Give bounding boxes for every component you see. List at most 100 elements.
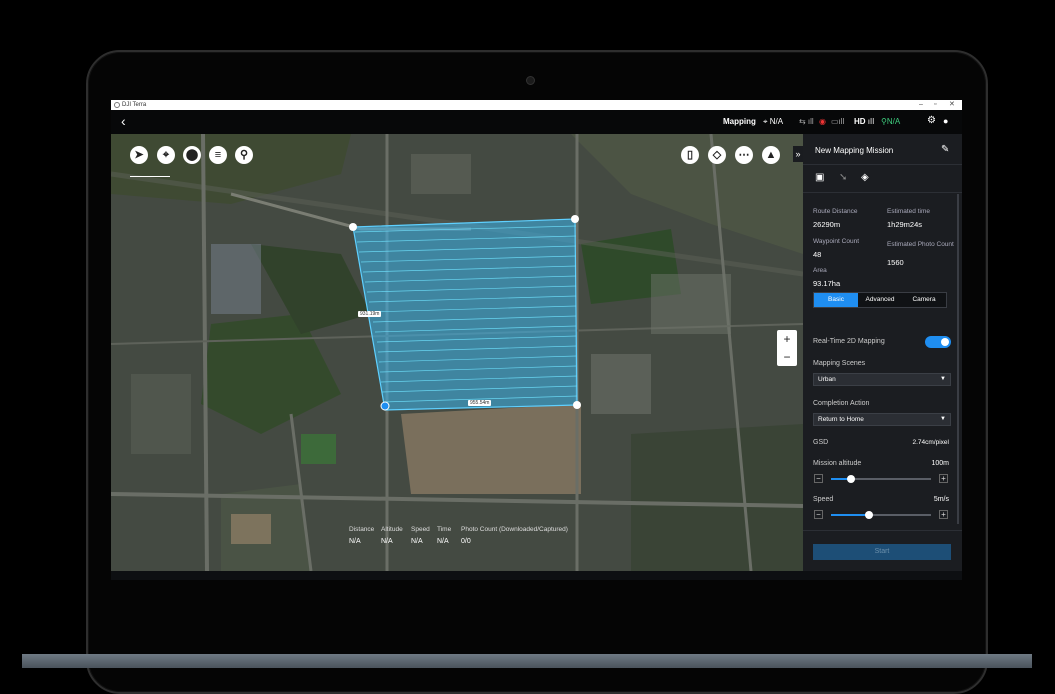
close-button[interactable]: ✕ [949, 100, 955, 110]
stat-label: Time [437, 526, 452, 533]
app-icon [114, 102, 120, 108]
mission-altitude-label: Mission altitude [813, 460, 862, 467]
altitude-slider[interactable] [831, 475, 931, 483]
top-status-bar: ‹ Mapping ⌖ N/A ⇆ ıll ◉ ▭ıll HD ıll ⚲N/A… [111, 110, 962, 134]
locate-icon[interactable]: ⌖ [157, 146, 175, 164]
signal-status: ⚲N/A [881, 117, 900, 126]
mission-altitude-value: 100m [931, 460, 949, 467]
stat-label: Photo Count (Downloaded/Captured) [461, 526, 568, 533]
altitude-decrease-button[interactable]: − [814, 474, 823, 483]
stat-value: N/A [411, 538, 423, 545]
settings-tabs: Basic Advanced Camera [813, 292, 947, 308]
altitude-increase-button[interactable]: + [939, 474, 948, 483]
speed-slider-fill [831, 514, 869, 516]
divider [803, 192, 962, 193]
satellite-map[interactable]: ➤ ⌖ ⬤ ≡ ⚲ ▯ ◇ ⋯ ▲ » + − 931.19m 955.54m … [111, 134, 803, 571]
mode-label: Mapping [723, 117, 756, 126]
edge-length-bottom: 955.54m [468, 400, 492, 406]
satellite-icon: ⌖ [763, 117, 768, 126]
mapping-scenes-label: Mapping Scenes [813, 360, 866, 367]
stat-label: Distance [349, 526, 375, 533]
speed-decrease-button[interactable]: − [814, 510, 823, 519]
active-tool-indicator [130, 176, 170, 177]
mapping-scenes-select[interactable]: Urban ▼ [813, 373, 951, 386]
maximize-button[interactable]: ▫ [934, 100, 936, 110]
stat-value: N/A [437, 538, 449, 545]
start-button[interactable]: Start [813, 544, 951, 560]
corner-handle[interactable] [573, 401, 581, 409]
map-imagery [111, 134, 803, 571]
completion-action-select[interactable]: Return to Home ▼ [813, 413, 951, 426]
eraser-icon[interactable]: ◇ [708, 146, 726, 164]
photo-count-value: 1560 [887, 258, 904, 267]
realtime-mapping-label: Real-Time 2D Mapping [813, 338, 885, 345]
stat-value: N/A [381, 538, 393, 545]
delete-icon[interactable]: ▯ [681, 146, 699, 164]
speed-increase-button[interactable]: + [939, 510, 948, 519]
speed-slider-thumb[interactable] [865, 511, 873, 519]
search-icon[interactable]: ⚲ [235, 146, 253, 164]
stat-value: 0/0 [461, 538, 471, 545]
hd-label: HD [854, 117, 866, 126]
hd-link: HD ıll [854, 117, 875, 126]
list-icon[interactable]: ≡ [209, 146, 227, 164]
panel-title: New Mapping Mission [815, 146, 894, 155]
layers-icon[interactable]: ◈ [861, 172, 869, 183]
gps-status: ⌖ N/A [763, 117, 783, 127]
aircraft-icon[interactable]: ▲ [762, 146, 780, 164]
chevron-down-icon: ▼ [940, 416, 946, 422]
pin-icon[interactable]: ⬤ [183, 146, 201, 164]
completion-action-label: Completion Action [813, 400, 870, 407]
realtime-mapping-toggle[interactable] [925, 336, 951, 348]
chevron-down-icon: ▼ [940, 376, 946, 382]
waypoint-count-label: Waypoint Count [813, 238, 860, 245]
import-icon[interactable]: ➘ [839, 172, 847, 183]
stat-value: N/A [349, 538, 361, 545]
compass-icon[interactable]: ➤ [130, 146, 148, 164]
chevron-left-icon[interactable]: ‹ [121, 113, 126, 129]
zoom-out-button[interactable]: − [777, 348, 797, 366]
corner-handle[interactable] [349, 223, 357, 231]
completion-action-value: Return to Home [818, 416, 864, 423]
minimize-button[interactable]: – [919, 100, 923, 110]
zoom-in-button[interactable]: + [777, 330, 797, 348]
tab-basic[interactable]: Basic [814, 293, 858, 307]
altitude-slider-thumb[interactable] [847, 475, 855, 483]
mapping-scenes-value: Urban [818, 376, 836, 383]
gsd-label: GSD [813, 439, 829, 446]
save-icon[interactable]: ▣ [815, 172, 824, 183]
edge-length-left: 931.19m [358, 311, 382, 317]
stat-label: Altitude [381, 526, 403, 533]
battery-warning-icon: ◉ [819, 117, 826, 126]
window-titlebar: DJI Terra – ▫ ✕ [111, 100, 962, 110]
start-point-handle[interactable] [380, 401, 390, 411]
collapse-panel-button[interactable]: » [793, 146, 803, 162]
divider [803, 164, 962, 165]
area-label: Area [813, 267, 827, 274]
tab-camera[interactable]: Camera [902, 293, 946, 307]
rc-battery-icon: ▭ıll [831, 117, 845, 126]
photo-count-label: Estimated Photo Count [887, 241, 954, 248]
panel-scrollbar[interactable] [957, 194, 959, 524]
gear-icon[interactable]: ⚙ [927, 115, 936, 126]
webcam [526, 76, 535, 85]
tab-advanced[interactable]: Advanced [858, 293, 902, 307]
app-screen: DJI Terra – ▫ ✕ ‹ Mapping ⌖ N/A ⇆ ıll ◉ … [111, 100, 962, 580]
route-distance-value: 26290m [813, 220, 841, 229]
divider [803, 530, 962, 531]
window-title: DJI Terra [122, 102, 147, 108]
area-value: 93.17ha [813, 279, 841, 288]
corner-handle[interactable] [571, 215, 579, 223]
waypoint-icon[interactable]: ⋯ [735, 146, 753, 164]
mission-panel: New Mapping Mission ✎ ▣ ➘ ◈ Route Distan… [803, 134, 962, 571]
gsd-value: 2.74cm/pixel [912, 439, 950, 446]
gps-value: N/A [769, 117, 784, 126]
speed-slider[interactable] [831, 511, 931, 519]
waypoint-count-value: 48 [813, 250, 822, 259]
signal-value: N/A [886, 117, 901, 126]
stat-label: Speed [411, 526, 430, 533]
pencil-icon[interactable]: ✎ [941, 144, 949, 155]
zoom-control: + − [777, 330, 797, 366]
estimated-time-value: 1h29m24s [887, 220, 923, 229]
user-icon[interactable]: ● [943, 116, 948, 126]
